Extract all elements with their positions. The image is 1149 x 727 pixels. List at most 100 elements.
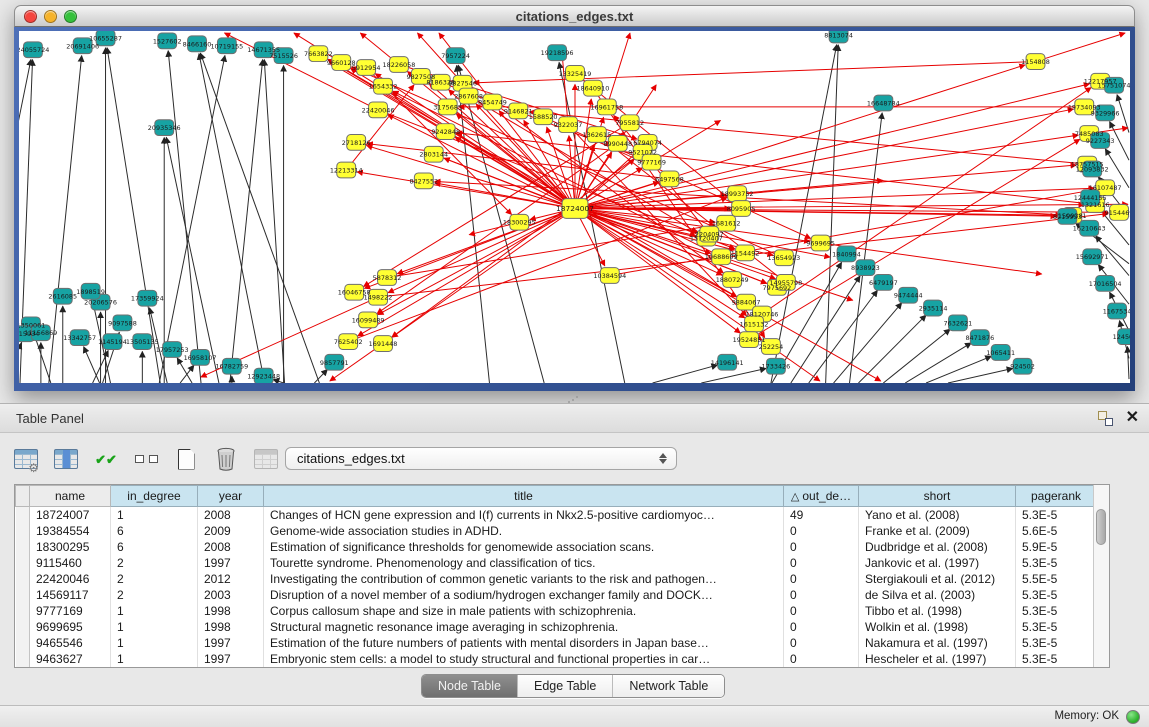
row-gutter <box>16 555 30 571</box>
zoom-button[interactable] <box>64 10 77 23</box>
column-header-in-degree[interactable]: in_degree <box>111 486 198 507</box>
graph-node-label: 9097588 <box>108 319 137 327</box>
graph-edge[interactable] <box>883 329 950 383</box>
graph-edge[interactable] <box>858 315 926 383</box>
table-cell: 5.3E-5 <box>1016 587 1097 603</box>
graph-edge[interactable] <box>180 365 194 383</box>
new-file-icon[interactable] <box>172 445 200 473</box>
column-header-name[interactable]: name <box>30 486 111 507</box>
graph-edge[interactable] <box>948 368 1013 383</box>
panel-splitter-handle[interactable] <box>566 396 582 403</box>
graph-node-label: 1154492 <box>731 249 760 257</box>
graph-edge[interactable] <box>607 33 630 107</box>
column-header-title[interactable]: title <box>264 486 784 507</box>
select-all-icon[interactable]: ✔✔ <box>92 445 120 473</box>
column-header-short[interactable]: short <box>859 486 1016 507</box>
table-row[interactable]: 946554611997Estimation of the future num… <box>16 635 1097 651</box>
graph-node-label: 12444155 <box>1074 194 1107 202</box>
graph-edge[interactable] <box>159 55 225 383</box>
table-cell: 2009 <box>198 523 264 539</box>
table-row[interactable]: 1456911722003Disruption of a novel membe… <box>16 587 1097 603</box>
table-row[interactable]: 1830029562008Estimation of significance … <box>16 539 1097 555</box>
graph-edge[interactable] <box>388 208 575 292</box>
graph-edge[interactable] <box>791 276 860 383</box>
table-cell: Hescheler et al. (1997) <box>859 651 1016 667</box>
graph-edge[interactable] <box>397 208 575 273</box>
graph-edge[interactable] <box>84 347 100 383</box>
graph-edge[interactable] <box>809 290 878 383</box>
graph-edge[interactable] <box>107 48 160 383</box>
column-header-pagerank[interactable]: pagerank <box>1016 486 1097 507</box>
column-header-year[interactable]: year <box>198 486 264 507</box>
graph-edge[interactable] <box>34 334 51 383</box>
graph-node-label: 1527602 <box>153 37 182 45</box>
table-row[interactable]: 1938455462009Genome-wide association stu… <box>16 523 1097 539</box>
graph-edge[interactable] <box>762 87 1091 314</box>
minimize-button[interactable] <box>44 10 57 23</box>
row-gutter <box>16 635 30 651</box>
graph-edge[interactable] <box>264 60 284 383</box>
table-row[interactable]: 911546021997Tourette syndrome. Phenomeno… <box>16 555 1097 571</box>
graph-edge[interactable] <box>905 343 971 383</box>
select-column-icon[interactable] <box>52 445 80 473</box>
graph-edge[interactable] <box>1127 347 1129 380</box>
graph-edge[interactable] <box>834 303 902 383</box>
tab-edge-table[interactable]: Edge Table <box>517 675 612 697</box>
network-graph[interactable]: 1872400718226058982750881863289827546286… <box>19 31 1130 383</box>
graph-edge[interactable] <box>200 53 319 383</box>
graph-node-label: 10384594 <box>593 272 626 280</box>
table-row[interactable]: 977716911998Corpus callosum shape and si… <box>16 603 1097 619</box>
graph-node-label: 9322037 <box>554 121 583 129</box>
scrollbar-thumb[interactable] <box>1096 509 1106 545</box>
graph-edge[interactable] <box>314 369 327 383</box>
graph-edge[interactable] <box>168 51 201 383</box>
graph-edge[interactable] <box>492 102 723 273</box>
rows-icon[interactable] <box>132 445 160 473</box>
graph-edge[interactable] <box>926 356 991 383</box>
graph-edge[interactable] <box>701 368 766 383</box>
table-panel-title: Table Panel <box>16 404 84 433</box>
graph-edge[interactable] <box>387 225 715 278</box>
close-button[interactable] <box>24 10 37 23</box>
table-cell: Estimation of the future numbers of pati… <box>264 635 784 651</box>
graph-node-label: 18640910 <box>576 85 609 93</box>
table-settings-icon[interactable]: ⚙ <box>12 445 40 473</box>
row-gutter <box>16 619 30 635</box>
table-cell: Franke et al. (2009) <box>859 523 1016 539</box>
graph-edge[interactable] <box>771 45 837 383</box>
graph-edge[interactable] <box>392 208 575 337</box>
graph-node-label: 8938923 <box>851 264 880 272</box>
network-file-select[interactable]: citations_edges.txt <box>285 447 677 470</box>
table-vertical-scrollbar[interactable] <box>1093 485 1109 667</box>
table-cell: Tibbo et al. (1998) <box>859 603 1016 619</box>
table-cell: Embryonic stem cells: a model to study s… <box>264 651 784 667</box>
graph-edge[interactable] <box>826 45 839 383</box>
table-cell: 0 <box>784 651 859 667</box>
graph-edge[interactable] <box>230 60 263 383</box>
graph-node-label: 7957224 <box>441 52 470 60</box>
graph-edge[interactable] <box>653 365 718 383</box>
tab-network-table[interactable]: Network Table <box>612 675 724 697</box>
delete-table-icon[interactable] <box>212 445 240 473</box>
table-cell: 5.3E-5 <box>1016 635 1097 651</box>
column-header-out-degree[interactable]: △out_de… <box>784 486 859 507</box>
table-cell: 0 <box>784 619 859 635</box>
row-gutter <box>16 571 30 587</box>
graph-node-label: 17359924 <box>131 295 164 303</box>
tab-node-table[interactable]: Node Table <box>422 675 517 697</box>
table-row[interactable]: 2242004622012Investigating the contribut… <box>16 571 1097 587</box>
graph-node-label: 17957253 <box>156 346 189 354</box>
graph-node-label: 2204097 <box>695 231 724 239</box>
window-titlebar[interactable]: citations_edges.txt <box>14 5 1135 27</box>
table-cell: 2 <box>111 555 198 571</box>
row-gutter <box>16 523 30 539</box>
graph-node-label: 24055724 <box>19 46 49 54</box>
table-cell: 19384554 <box>30 523 111 539</box>
close-panel-icon[interactable]: ✕ <box>1126 407 1139 427</box>
network-canvas[interactable]: 1872400718226058982750881863289827546286… <box>19 31 1130 383</box>
table-row[interactable]: 969969511998Structural magnetic resonanc… <box>16 619 1097 635</box>
float-panel-icon[interactable] <box>1098 411 1113 426</box>
table-row[interactable]: 946362711997Embryonic stem cells: a mode… <box>16 651 1097 667</box>
table-row[interactable]: 1872400712008Changes of HCN gene express… <box>16 507 1097 523</box>
graph-node-label: 8990448 <box>603 140 632 148</box>
